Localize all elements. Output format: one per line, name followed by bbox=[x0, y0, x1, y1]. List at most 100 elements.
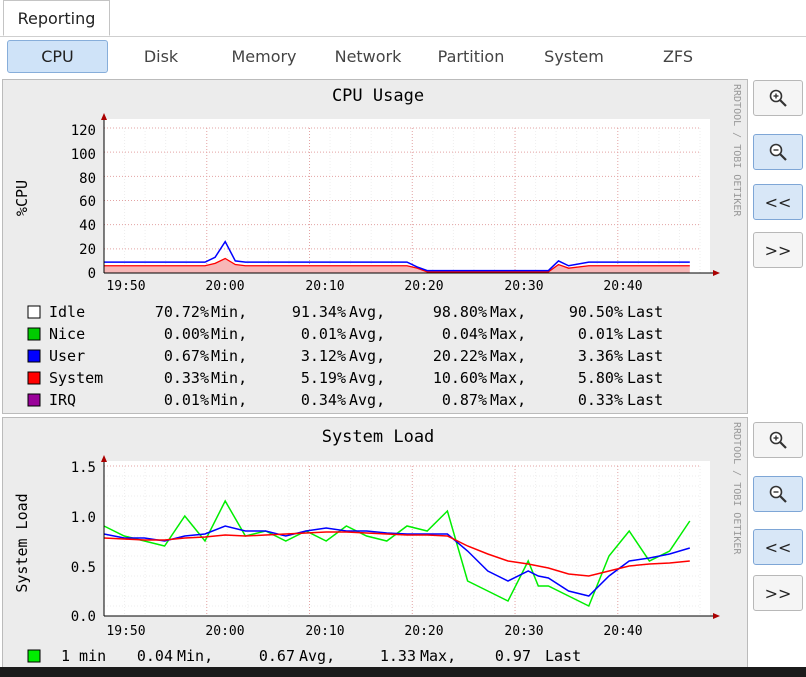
load-y-ticks: 1.5 1.0 0.5 0.0 bbox=[71, 460, 96, 625]
cpu-legend: Idle 70.72% Min, 91.34% Avg, 98.80% Max,… bbox=[27, 303, 663, 409]
legend-max-label: Max, bbox=[490, 325, 526, 343]
legend-name: Nice bbox=[49, 325, 85, 343]
x-axis-arrow bbox=[713, 270, 720, 276]
legend-name: User bbox=[49, 347, 85, 365]
cpu-forward-button[interactable]: >> bbox=[753, 232, 803, 268]
load-plot-area bbox=[104, 461, 710, 616]
x-tick-label: 20:00 bbox=[205, 279, 244, 294]
y-tick-label: 20 bbox=[79, 242, 96, 258]
legend-last: 3.36% bbox=[578, 347, 623, 365]
tab-disk[interactable]: Disk bbox=[125, 40, 197, 73]
cpu-watermark: RRDTOOL / TOBI OETIKER bbox=[731, 84, 742, 217]
x-tick-label: 20:00 bbox=[205, 624, 244, 639]
cpu-zoom-out-button[interactable] bbox=[753, 134, 803, 170]
legend-last: 5.80% bbox=[578, 369, 623, 387]
legend-min-label: Min, bbox=[211, 391, 247, 409]
load-zoom-in-button[interactable] bbox=[753, 422, 803, 458]
load-zoom-out-button[interactable] bbox=[753, 476, 803, 512]
legend-max: 20.22% bbox=[433, 347, 487, 365]
system-load-graph: System Load System Load RRDTOOL / TOBI O… bbox=[13, 422, 742, 665]
cpu-usage-panel: CPU Usage %CPU RRDTOOL / TOBI OETIKER 12… bbox=[2, 79, 748, 414]
legend-name: 1 min bbox=[61, 647, 106, 665]
legend-row-system: System 0.33% Min, 5.19% Avg, 10.60% Max,… bbox=[27, 369, 663, 387]
cpu-back-button[interactable]: << bbox=[753, 184, 803, 220]
legend-max: 98.80% bbox=[433, 303, 487, 321]
legend-min: 0.67% bbox=[164, 347, 209, 365]
legend-min-label: Min, bbox=[211, 325, 247, 343]
legend-max-label: Max, bbox=[490, 347, 526, 365]
legend-name: IRQ bbox=[49, 391, 76, 409]
legend-last: 0.97 bbox=[495, 647, 531, 665]
legend-max: 1.33 bbox=[380, 647, 416, 665]
legend-avg: 0.67 bbox=[259, 647, 295, 665]
legend-max-label: Max, bbox=[490, 303, 526, 321]
x-tick-label: 20:30 bbox=[504, 624, 543, 639]
legend-last: 0.01% bbox=[578, 325, 623, 343]
y-tick-label: 0 bbox=[88, 266, 96, 282]
load-back-button[interactable]: << bbox=[753, 529, 803, 565]
legend-last-label: Last bbox=[545, 647, 581, 665]
legend-last: 0.33% bbox=[578, 391, 623, 409]
legend-last-label: Last bbox=[627, 391, 663, 409]
legend-swatch bbox=[27, 649, 41, 663]
terminal-strip bbox=[0, 667, 806, 677]
tab-reporting[interactable]: Reporting bbox=[3, 0, 110, 36]
legend-avg-label: Avg, bbox=[349, 325, 385, 343]
legend-last-label: Last bbox=[627, 303, 663, 321]
legend-max: 10.60% bbox=[433, 369, 487, 387]
x-tick-label: 20:10 bbox=[305, 624, 344, 639]
legend-avg: 3.12% bbox=[301, 347, 346, 365]
tab-cpu[interactable]: CPU bbox=[7, 40, 108, 73]
legend-max: 0.87% bbox=[442, 391, 487, 409]
x-tick-label: 20:30 bbox=[504, 279, 543, 294]
legend-avg-label: Avg, bbox=[349, 347, 385, 365]
tab-memory[interactable]: Memory bbox=[222, 40, 306, 73]
system-load-panel: System Load System Load RRDTOOL / TOBI O… bbox=[2, 417, 748, 669]
cpu-x-ticks: 19:50 20:00 20:10 20:20 20:30 20:40 bbox=[106, 279, 642, 294]
zoom-out-icon bbox=[769, 143, 787, 161]
load-x-ticks: 19:50 20:00 20:10 20:20 20:30 20:40 bbox=[106, 624, 642, 639]
legend-min: 0.04 bbox=[137, 647, 173, 665]
legend-min: 0.00% bbox=[164, 325, 209, 343]
load-watermark: RRDTOOL / TOBI OETIKER bbox=[731, 422, 742, 555]
tab-network[interactable]: Network bbox=[324, 40, 412, 73]
legend-row-nice: Nice 0.00% Min, 0.01% Avg, 0.04% Max, 0.… bbox=[27, 325, 663, 343]
load-y-axis-label: System Load bbox=[13, 493, 31, 592]
y-tick-label: 0.5 bbox=[71, 560, 96, 576]
legend-row-idle: Idle 70.72% Min, 91.34% Avg, 98.80% Max,… bbox=[27, 303, 663, 321]
legend-swatch bbox=[27, 349, 41, 363]
y-tick-label: 80 bbox=[79, 171, 96, 187]
cpu-zoom-in-button[interactable] bbox=[753, 80, 803, 116]
legend-avg: 0.01% bbox=[301, 325, 346, 343]
reporting-tabbar: Reporting bbox=[0, 0, 806, 37]
legend-row-user: User 0.67% Min, 3.12% Avg, 20.22% Max, 3… bbox=[27, 347, 663, 365]
y-tick-label: 60 bbox=[79, 194, 96, 210]
y-tick-label: 1.0 bbox=[71, 510, 96, 526]
legend-swatch bbox=[27, 305, 41, 319]
legend-min: 70.72% bbox=[155, 303, 209, 321]
y-tick-label: 100 bbox=[71, 147, 96, 163]
cpu-chart-title: CPU Usage bbox=[332, 86, 424, 106]
legend-name: System bbox=[49, 369, 103, 387]
legend-avg-label: Avg, bbox=[349, 303, 385, 321]
legend-max: 0.04% bbox=[442, 325, 487, 343]
legend-min: 0.33% bbox=[164, 369, 209, 387]
legend-swatch bbox=[27, 393, 41, 407]
legend-avg: 0.34% bbox=[301, 391, 346, 409]
legend-min-label: Min, bbox=[177, 647, 213, 665]
zoom-out-icon bbox=[769, 485, 787, 503]
legend-avg-label: Avg, bbox=[349, 369, 385, 387]
x-tick-label: 19:50 bbox=[106, 279, 145, 294]
legend-min-label: Min, bbox=[211, 347, 247, 365]
tab-partition[interactable]: Partition bbox=[427, 40, 515, 73]
cpu-y-axis-label: %CPU bbox=[13, 180, 31, 216]
tab-system[interactable]: System bbox=[532, 40, 616, 73]
legend-avg-label: Avg, bbox=[349, 391, 385, 409]
legend-max-label: Max, bbox=[420, 647, 456, 665]
zoom-in-icon bbox=[769, 89, 787, 107]
zoom-in-icon bbox=[769, 431, 787, 449]
y-tick-label: 0.0 bbox=[71, 609, 96, 625]
tab-zfs[interactable]: ZFS bbox=[645, 40, 711, 73]
load-forward-button[interactable]: >> bbox=[753, 575, 803, 611]
load-legend: 1 min 0.04 Min, 0.67 Avg, 1.33 Max, 0.97… bbox=[27, 647, 581, 665]
